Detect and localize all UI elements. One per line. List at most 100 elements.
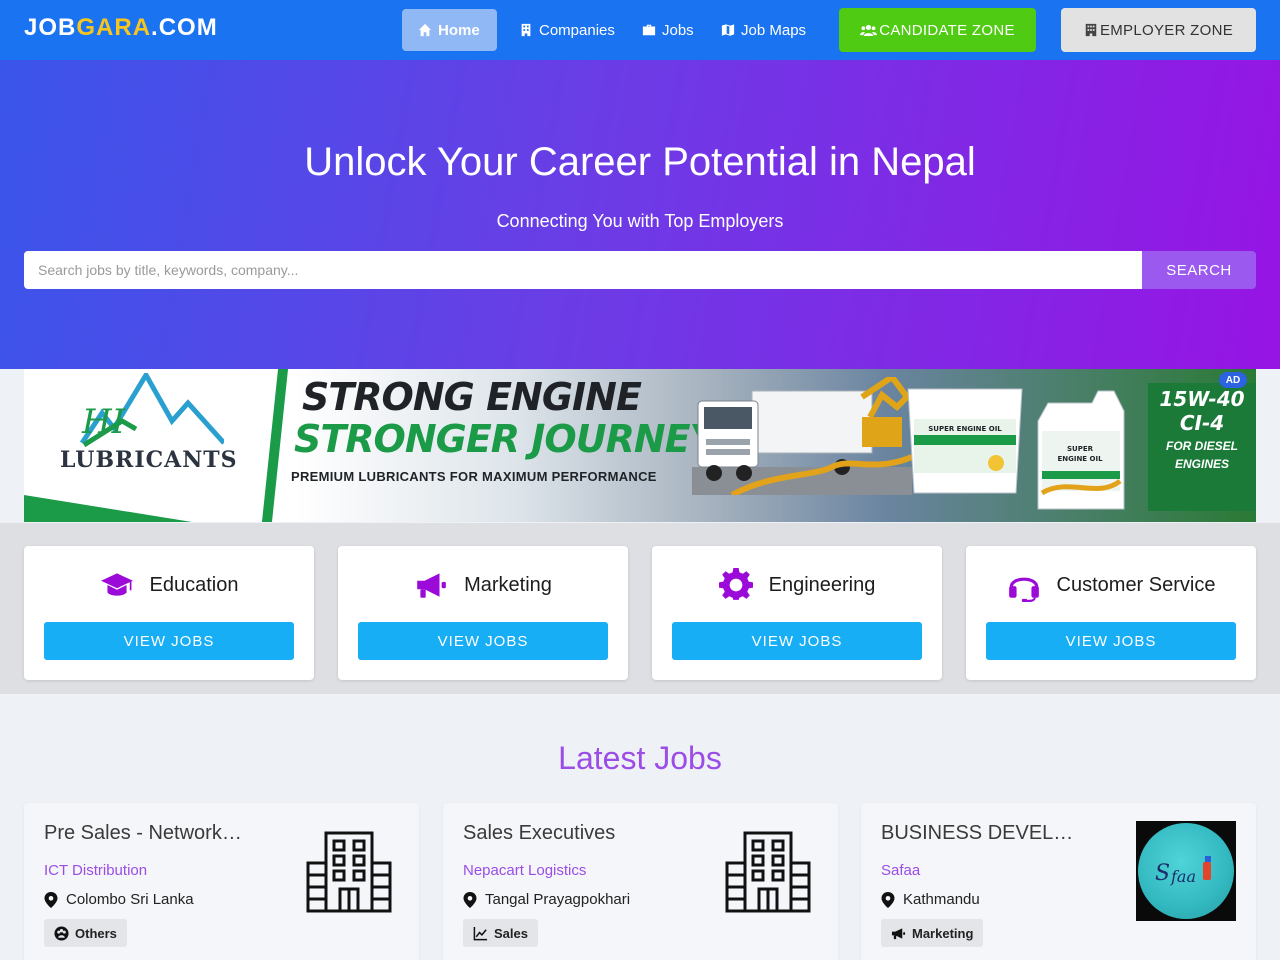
job-location-text: Colombo Sri Lanka bbox=[66, 891, 194, 908]
users-icon bbox=[860, 24, 878, 36]
job-category-label: Sales bbox=[494, 925, 528, 941]
building-icon bbox=[1085, 23, 1097, 37]
category-name: Customer Service bbox=[1056, 573, 1216, 596]
home-icon bbox=[418, 23, 432, 37]
building-icon bbox=[725, 831, 811, 913]
map-pin-icon bbox=[44, 891, 58, 908]
nav-home[interactable]: Home bbox=[402, 9, 497, 51]
ad-headline-2: STRONGER JOURNEY. bbox=[294, 417, 724, 461]
job-company[interactable]: Nepacart Logistics bbox=[463, 862, 586, 879]
nav-home-label: Home bbox=[438, 21, 480, 39]
ad-spec-panel: 15W-40 CI-4 FOR DIESEL ENGINES bbox=[1148, 383, 1256, 511]
logo-text-com: .COM bbox=[151, 14, 218, 41]
category-name: Education bbox=[149, 573, 239, 596]
ad-spec-line-2: CI-4 bbox=[1179, 411, 1225, 435]
oil-bucket-illustration: SUPER ENGINE OIL bbox=[907, 388, 1023, 494]
top-navbar: JOBGARA.COM Home Companies Jobs Job Maps… bbox=[0, 0, 1280, 60]
map-icon bbox=[721, 24, 735, 36]
gear-icon bbox=[718, 568, 753, 600]
megaphone-icon bbox=[891, 927, 906, 939]
svg-text:SUPER: SUPER bbox=[1067, 445, 1094, 453]
hero-subtitle: Connecting You with Top Employers bbox=[496, 211, 784, 231]
logo-text-gara: GARA bbox=[76, 14, 152, 41]
job-title[interactable]: Pre Sales - Networking bbox=[44, 822, 244, 845]
svg-text:faa: faa bbox=[1170, 867, 1196, 886]
job-company[interactable]: ICT Distribution bbox=[44, 862, 147, 879]
category-card-customer-service: Customer Service VIEW JOBS bbox=[966, 546, 1256, 680]
nav-companies[interactable]: Companies bbox=[503, 9, 631, 51]
headset-icon bbox=[1008, 577, 1039, 602]
mountain-logo-icon: HI bbox=[79, 373, 224, 448]
ad-tagline: PREMIUM LUBRICANTS FOR MAXIMUM PERFORMAN… bbox=[291, 469, 657, 484]
ad-banner[interactable]: HI LUBRICANTS STRONG ENGINE STRONGER JOU… bbox=[24, 369, 1256, 522]
hero-section: Unlock Your Career Potential in Nepal Co… bbox=[0, 60, 1280, 369]
logo-text-job: JOB bbox=[24, 14, 77, 41]
map-pin-icon bbox=[881, 891, 895, 908]
view-jobs-button[interactable]: VIEW JOBS bbox=[986, 622, 1236, 660]
company-logo[interactable] bbox=[718, 821, 818, 921]
briefcase-icon bbox=[642, 24, 656, 36]
job-location-text: Tangal Prayagpokhari bbox=[485, 891, 631, 908]
category-header: Education bbox=[24, 568, 314, 602]
building-icon bbox=[306, 831, 392, 913]
nav-job-maps[interactable]: Job Maps bbox=[705, 9, 822, 51]
category-card-marketing: Marketing VIEW JOBS bbox=[338, 546, 628, 680]
nav-jobs[interactable]: Jobs bbox=[626, 9, 710, 51]
site-logo[interactable]: JOBGARA.COM bbox=[24, 14, 218, 42]
candidate-zone-label: CANDIDATE ZONE bbox=[879, 21, 1015, 39]
nav-companies-label: Companies bbox=[539, 21, 615, 39]
view-jobs-button[interactable]: VIEW JOBS bbox=[44, 622, 294, 660]
employer-zone-button[interactable]: EMPLOYER ZONE bbox=[1061, 8, 1256, 52]
category-card-education: Education VIEW JOBS bbox=[24, 546, 314, 680]
map-pin-icon bbox=[463, 891, 477, 908]
job-company[interactable]: Safaa bbox=[881, 862, 920, 879]
category-header: Engineering bbox=[652, 568, 942, 602]
oil-jug-illustration: SUPER ENGINE OIL bbox=[1037, 390, 1125, 510]
spray-bottle-icon: S faa bbox=[1155, 856, 1211, 886]
megaphone-icon bbox=[417, 573, 446, 598]
job-card[interactable]: Sales Executives Nepacart Logistics Tang… bbox=[443, 803, 838, 960]
view-jobs-button[interactable]: VIEW JOBS bbox=[672, 622, 922, 660]
truck-illustration bbox=[692, 377, 912, 495]
building-icon bbox=[521, 23, 531, 37]
svg-text:HI: HI bbox=[81, 402, 126, 442]
job-location: Kathmandu bbox=[881, 891, 980, 908]
svg-text:S: S bbox=[1155, 861, 1170, 886]
job-title[interactable]: BUSINESS DEVELOPMENT bbox=[881, 822, 1081, 845]
ad-diesel-line-2: ENGINES bbox=[1174, 457, 1229, 471]
company-logo[interactable]: S faa bbox=[1136, 821, 1236, 921]
ad-brand-name: LUBRICANTS bbox=[60, 447, 238, 473]
job-card[interactable]: Pre Sales - Networking ICT Distribution … bbox=[24, 803, 419, 960]
graduation-cap-icon bbox=[100, 573, 133, 596]
job-category-label: Marketing bbox=[912, 925, 974, 941]
candidate-zone-button[interactable]: CANDIDATE ZONE bbox=[839, 8, 1036, 52]
category-header: Customer Service bbox=[966, 568, 1256, 602]
job-category-badge: Sales bbox=[463, 919, 538, 947]
latest-jobs-heading: Latest Jobs bbox=[558, 740, 722, 776]
job-location: Tangal Prayagpokhari bbox=[463, 891, 630, 908]
ad-diesel-line-1: FOR DIESEL bbox=[1165, 439, 1238, 453]
job-category-label: Others bbox=[75, 925, 117, 941]
category-card-engineering: Engineering VIEW JOBS bbox=[652, 546, 942, 680]
ad-spec-line-1: 15W-40 bbox=[1159, 387, 1245, 411]
nav-job-maps-label: Job Maps bbox=[741, 21, 807, 39]
ad-badge: AD bbox=[1219, 372, 1247, 388]
hero-title: Unlock Your Career Potential in Nepal bbox=[304, 140, 976, 184]
job-card[interactable]: BUSINESS DEVELOPMENT Safaa Kathmandu Mar… bbox=[861, 803, 1256, 960]
category-header: Marketing bbox=[338, 568, 628, 602]
group-icon bbox=[54, 925, 69, 941]
job-title[interactable]: Sales Executives bbox=[463, 822, 663, 845]
company-logo[interactable] bbox=[299, 821, 399, 921]
job-location: Colombo Sri Lanka bbox=[44, 891, 194, 908]
employer-zone-label: EMPLOYER ZONE bbox=[1099, 21, 1234, 39]
search-button[interactable]: SEARCH bbox=[1142, 251, 1256, 289]
view-jobs-button[interactable]: VIEW JOBS bbox=[358, 622, 608, 660]
svg-text:SUPER ENGINE OIL: SUPER ENGINE OIL bbox=[928, 425, 1002, 433]
svg-text:ENGINE OIL: ENGINE OIL bbox=[1057, 455, 1103, 463]
chart-line-icon bbox=[473, 926, 488, 940]
safaa-logo-mark: S faa bbox=[1138, 823, 1234, 919]
job-search-input[interactable] bbox=[24, 251, 1142, 289]
category-name: Marketing bbox=[464, 573, 552, 596]
ad-headline-1: STRONG ENGINE bbox=[302, 375, 642, 419]
safaa-logo: S faa bbox=[1136, 821, 1236, 921]
